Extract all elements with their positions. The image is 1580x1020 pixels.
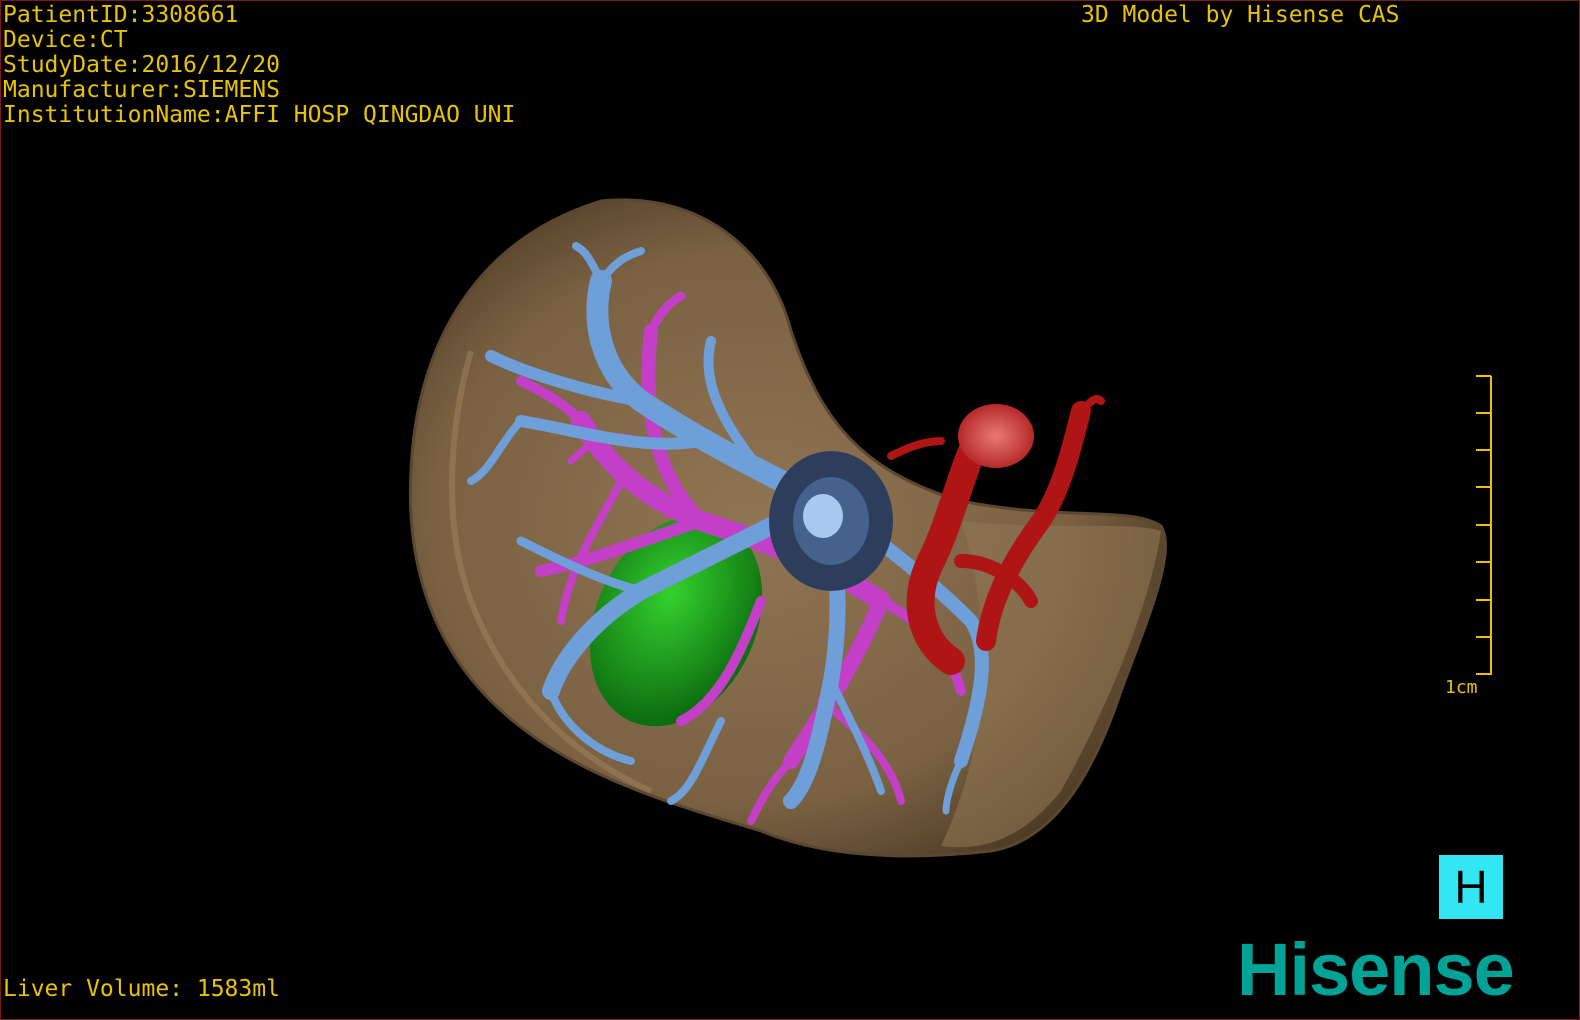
manufacturer: Manufacturer:SIEMENS — [3, 77, 280, 103]
3d-viewport[interactable]: PatientID:3308661 Device:CT StudyDate:20… — [0, 0, 1580, 1020]
inferior-vena-cava — [769, 451, 893, 591]
patient-info-panel: PatientID:3308661 Device:CT StudyDate:20… — [3, 3, 515, 128]
hisense-logo: Hisense — [1237, 928, 1515, 1011]
scale-label: 1cm — [1445, 677, 1478, 698]
patient-id: PatientID:3308661 — [3, 2, 239, 28]
device: Device:CT — [3, 27, 128, 53]
model-credit: 3D Model by Hisense CAS — [1081, 2, 1400, 28]
liver-3d-model[interactable] — [1, 1, 1579, 1019]
study-date: StudyDate:2016/12/20 — [3, 52, 280, 78]
orientation-head-button[interactable]: H — [1439, 855, 1503, 919]
institution-name: InstitutionName:AFFI HOSP QINGDAO UNI — [3, 102, 516, 128]
scale-bar — [1476, 375, 1492, 675]
liver-volume: Liver Volume: 1583ml — [3, 976, 280, 1002]
aorta-cross-section — [958, 404, 1034, 468]
